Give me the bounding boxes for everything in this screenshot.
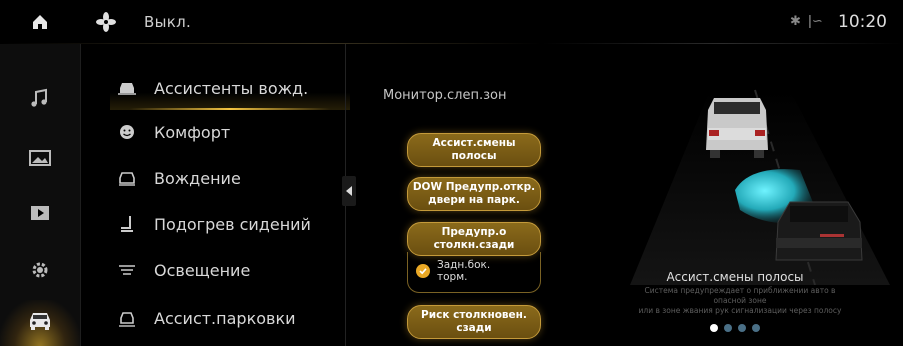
button-line: Предупр.о <box>441 226 507 238</box>
menu-item-driver-assist[interactable]: Ассистенты вожд. <box>110 66 350 110</box>
lighting-icon <box>116 259 138 281</box>
car-icon[interactable] <box>20 300 60 340</box>
settings-gear-icon[interactable] <box>20 250 60 290</box>
menu-item-lighting[interactable]: Освещение <box>110 248 350 292</box>
fan-icon[interactable] <box>95 11 117 33</box>
caption-line: опасной зоне <box>713 296 767 305</box>
music-icon[interactable] <box>20 78 60 118</box>
button-line: Ассист.смены <box>432 137 516 149</box>
caption-line: Система предупреждает о приближении авто… <box>644 286 836 295</box>
seat-heat-icon <box>116 213 138 235</box>
car-front-graphic <box>706 98 768 158</box>
signal-icon: ǀ∽ <box>808 14 823 29</box>
button-line: сзади <box>456 322 492 334</box>
button-line: столкн.сзади <box>433 239 515 251</box>
caption-line: или в зоне жвания рук сигнализации через… <box>638 306 842 315</box>
page-dot[interactable] <box>752 324 760 332</box>
button-line: DOW Предупр.откр. <box>412 181 536 193</box>
parking-assist-icon <box>116 307 138 329</box>
button-line: полосы <box>451 150 497 162</box>
illustration-caption-title: Ассист.смены полосы <box>666 270 804 284</box>
menu-item-label: Вождение <box>154 168 241 188</box>
page-dot[interactable] <box>724 324 732 332</box>
section-title: Монитор.слеп.зон <box>383 88 507 103</box>
menu-item-parking-assist[interactable]: Ассист.парковки <box>110 296 350 340</box>
rear-side-brake-label: Задн.бок. торм. <box>437 259 490 283</box>
button-line: Риск столкновен. <box>421 309 527 321</box>
rear-side-brake-checkbox[interactable] <box>416 264 430 278</box>
illustration-caption-text: Система предупреждает о приближении авто… <box>590 286 890 316</box>
menu-item-driving[interactable]: Вождение <box>110 156 350 200</box>
driving-icon <box>116 167 138 189</box>
rear-collision-risk-button[interactable]: Риск столкновен. сзади <box>407 305 541 339</box>
menu-item-label: Ассист.парковки <box>154 308 296 328</box>
statusbar-divider <box>0 43 903 44</box>
rail-divider <box>80 44 81 346</box>
video-icon[interactable] <box>20 193 60 233</box>
menu-item-label: Ассистенты вожд. <box>154 78 309 98</box>
rear-collision-warning-button[interactable]: Предупр.о столкн.сзади <box>407 222 541 256</box>
gallery-icon[interactable] <box>20 138 60 178</box>
fan-status-text: Выкл. <box>144 13 192 31</box>
driver-assist-icon <box>116 77 138 99</box>
checkbox-line: Задн.бок. <box>437 259 491 271</box>
home-icon[interactable] <box>30 12 50 32</box>
chevron-left-icon <box>346 186 352 196</box>
page-dot[interactable] <box>710 324 718 332</box>
menu-item-label: Подогрев сидений <box>154 214 311 234</box>
page-dot[interactable] <box>738 324 746 332</box>
bluetooth-icon: ✱ <box>790 14 801 29</box>
comfort-icon <box>116 121 138 143</box>
button-line: двери на парк. <box>428 194 520 206</box>
menu-item-seat-heating[interactable]: Подогрев сидений <box>110 202 350 246</box>
menu-item-comfort[interactable]: Комфорт <box>110 110 350 154</box>
menu-item-label: Освещение <box>154 260 251 280</box>
clock: 10:20 <box>838 12 887 32</box>
status-bar <box>0 0 903 44</box>
car-rear-graphic <box>775 201 863 261</box>
collapse-menu-button[interactable] <box>342 176 356 206</box>
blind-spot-illustration <box>590 70 890 286</box>
checkmark-icon <box>419 268 427 275</box>
pagination-dots <box>710 324 770 334</box>
lane-change-assist-button[interactable]: Ассист.смены полосы <box>407 133 541 167</box>
checkbox-line: торм. <box>437 271 468 283</box>
dow-door-warning-button[interactable]: DOW Предупр.откр. двери на парк. <box>407 177 541 211</box>
menu-item-label: Комфорт <box>154 122 231 142</box>
